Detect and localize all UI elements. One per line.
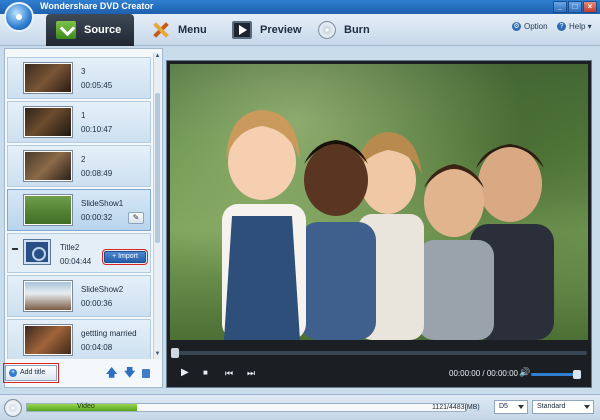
delete-icon[interactable] xyxy=(142,369,150,378)
time-separator: / xyxy=(482,369,485,378)
item-name: SlideShow1 xyxy=(81,199,124,208)
list-item[interactable]: gettting married 00:04:08 xyxy=(7,319,151,359)
quality-select[interactable]: Standard xyxy=(532,400,594,414)
status-bar: Video 1121/4483(MB) D5 Standard xyxy=(0,394,600,420)
close-button[interactable]: × xyxy=(583,1,597,13)
help-label: Help ▾ xyxy=(569,22,592,31)
tab-preview-label: Preview xyxy=(260,24,302,36)
total-time: 00:00:00 xyxy=(486,369,518,378)
list-scrollbar[interactable]: ▲ ▼ xyxy=(153,53,161,359)
scroll-thumb[interactable] xyxy=(155,93,160,243)
video-thumbnail xyxy=(24,107,72,137)
time-readout: 00:00:00 / 00:00:00 xyxy=(449,369,518,378)
play-icon[interactable]: ▶ xyxy=(181,367,189,379)
disc-type-value: D5 xyxy=(499,403,508,410)
seek-handle[interactable] xyxy=(171,348,179,358)
title-bar: Wondershare DVD Creator _ □ × xyxy=(0,0,600,14)
capacity-size: 1121/4483(MB) xyxy=(432,404,480,411)
source-icon xyxy=(56,21,76,39)
tab-burn-label: Burn xyxy=(344,24,370,36)
item-name: SlideShow2 xyxy=(81,285,124,294)
import-button[interactable]: + Import xyxy=(102,249,148,265)
item-name: 3 xyxy=(81,67,86,76)
item-duration: 00:00:36 xyxy=(81,299,113,308)
minimize-button[interactable]: _ xyxy=(553,1,567,13)
title-row[interactable]: Title2 00:04:44 + Import xyxy=(7,233,151,273)
video-thumbnail xyxy=(24,63,72,93)
chevron-down-icon xyxy=(518,405,524,409)
maximize-button[interactable]: □ xyxy=(568,1,582,13)
item-name: 1 xyxy=(81,111,86,120)
scroll-up-icon[interactable]: ▲ xyxy=(154,53,161,60)
scroll-down-icon[interactable]: ▼ xyxy=(154,351,161,358)
gear-icon: ⚙ xyxy=(512,22,521,31)
film-icon xyxy=(24,240,50,264)
volume-icon[interactable]: 🔊 xyxy=(519,366,530,378)
item-name: Title2 xyxy=(60,243,80,252)
capacity-bar: Video xyxy=(26,403,466,412)
disc-type-select[interactable]: D5 xyxy=(494,400,528,414)
video-frame[interactable] xyxy=(170,64,588,340)
option-link[interactable]: ⚙ Option xyxy=(512,22,548,31)
add-icon: + xyxy=(9,369,17,377)
tab-burn[interactable]: Burn xyxy=(308,14,382,46)
list-item[interactable]: 3 00:05:45 xyxy=(7,57,151,99)
app-logo-icon xyxy=(4,2,34,32)
list-item[interactable]: SlideShow2 00:00:36 xyxy=(7,275,151,317)
source-list: 3 00:05:45 1 00:10:47 2 00:08:49 SlideSh… xyxy=(7,53,151,359)
item-name: 2 xyxy=(81,155,86,164)
item-duration: 00:08:49 xyxy=(81,169,113,178)
option-label: Option xyxy=(524,22,548,31)
chevron-down-icon xyxy=(584,405,590,409)
tab-source-label: Source xyxy=(84,24,122,36)
item-duration: 00:04:44 xyxy=(60,257,92,266)
children-photo xyxy=(222,110,554,340)
video-player: ▶ ■ ⏮ ⏭ 00:00:00 / 00:00:00 🔊 xyxy=(166,60,592,388)
quality-value: Standard xyxy=(537,403,566,410)
add-title-label: Add title xyxy=(20,369,46,376)
list-item[interactable]: SlideShow1 00:00:32 ✎ xyxy=(7,189,151,231)
previous-icon[interactable]: ⏮ xyxy=(225,367,233,379)
preview-icon xyxy=(232,21,252,39)
main-toolbar: Source Menu Preview Burn ⚙ Option ? Help… xyxy=(0,14,600,46)
capacity-media-label: Video xyxy=(77,403,95,410)
video-thumbnail xyxy=(24,151,72,181)
move-up-icon[interactable]: 🡅 xyxy=(106,368,117,379)
list-item[interactable]: 1 00:10:47 xyxy=(7,101,151,143)
move-down-icon[interactable]: 🡇 xyxy=(124,368,135,379)
volume-slider[interactable] xyxy=(531,370,581,379)
burn-icon xyxy=(318,21,336,39)
tab-preview[interactable]: Preview xyxy=(222,14,312,46)
list-item[interactable]: 2 00:08:49 xyxy=(7,145,151,187)
current-time: 00:00:00 xyxy=(449,369,481,378)
tab-menu-label: Menu xyxy=(178,24,207,36)
add-title-button[interactable]: + Add title xyxy=(3,363,59,383)
slideshow-thumbnail xyxy=(24,281,72,311)
tab-menu[interactable]: Menu xyxy=(140,14,218,46)
stop-icon[interactable]: ■ xyxy=(203,367,208,379)
item-duration: 00:05:45 xyxy=(81,81,113,90)
help-icon: ? xyxy=(557,22,566,31)
item-duration: 00:10:47 xyxy=(81,125,113,134)
menu-icon xyxy=(150,21,170,39)
tab-source[interactable]: Source xyxy=(46,14,134,46)
video-thumbnail xyxy=(24,325,72,355)
window-title: Wondershare DVD Creator xyxy=(40,1,154,11)
item-duration: 00:04:08 xyxy=(81,343,113,352)
edit-button[interactable]: ✎ xyxy=(128,212,144,224)
item-name: gettting married xyxy=(81,329,137,338)
help-link[interactable]: ? Help ▾ xyxy=(557,22,592,31)
seek-bar[interactable] xyxy=(171,348,587,358)
window-controls: _ □ × xyxy=(553,1,597,13)
volume-handle[interactable] xyxy=(573,370,581,379)
collapse-icon[interactable] xyxy=(12,248,18,250)
item-duration: 00:00:32 xyxy=(81,213,113,222)
source-list-panel: 3 00:05:45 1 00:10:47 2 00:08:49 SlideSh… xyxy=(4,48,163,388)
disc-icon xyxy=(4,399,22,417)
slideshow-thumbnail xyxy=(24,195,72,225)
next-icon[interactable]: ⏭ xyxy=(247,367,255,379)
